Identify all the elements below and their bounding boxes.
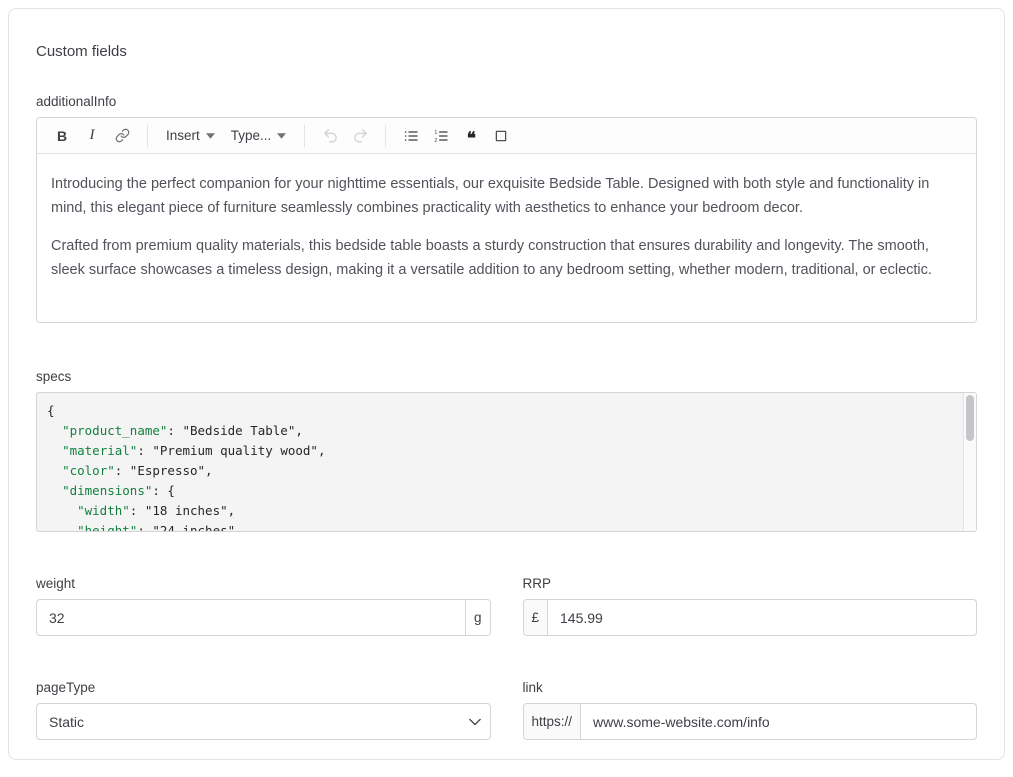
undo-icon: [322, 127, 339, 144]
rte-paragraph: Crafted from premium quality materials, …: [51, 234, 962, 282]
field-link: link https://: [523, 680, 978, 740]
block-icon: [494, 129, 508, 143]
field-rrp: RRP £: [523, 576, 978, 636]
additional-info-label: additionalInfo: [36, 94, 977, 109]
page-type-select-wrap: Static: [36, 703, 491, 740]
bold-button[interactable]: B: [49, 123, 75, 149]
link-button[interactable]: [109, 123, 135, 149]
rte-paragraph: Introducing the perfect companion for yo…: [51, 172, 962, 220]
italic-button[interactable]: I: [79, 123, 105, 149]
undo-button[interactable]: [317, 123, 343, 149]
chevron-down-icon: [277, 133, 286, 139]
page-type-select[interactable]: Static: [36, 703, 491, 740]
ordered-list-icon: 1 2: [433, 128, 449, 144]
field-page-type: pageType Static: [36, 680, 491, 740]
rrp-currency-addon: £: [524, 600, 549, 635]
specs-code-editor[interactable]: { "product_name": "Bedside Table", "mate…: [36, 392, 977, 532]
rte-toolbar: B I Insert: [37, 118, 976, 154]
redo-button[interactable]: [347, 123, 373, 149]
scrollbar-track[interactable]: [963, 393, 976, 531]
code-line: "dimensions": {: [47, 481, 952, 501]
page-type-label: pageType: [36, 680, 491, 695]
field-specs: specs { "product_name": "Bedside Table",…: [36, 369, 977, 532]
rrp-input-group: £: [523, 599, 978, 636]
link-input-group: https://: [523, 703, 978, 740]
rrp-label: RRP: [523, 576, 978, 591]
custom-fields-card: Custom fields additionalInfo B I Inse: [8, 8, 1005, 760]
code-line: "width": "18 inches",: [47, 501, 952, 521]
weight-input-group: g: [36, 599, 491, 636]
code-line: "material": "Premium quality wood",: [47, 441, 952, 461]
code-line: "product_name": "Bedside Table",: [47, 421, 952, 441]
code-line: "height": "24 inches",: [47, 521, 952, 532]
redo-icon: [352, 127, 369, 144]
link-label: link: [523, 680, 978, 695]
code-line: {: [47, 401, 952, 421]
weight-unit-addon: g: [465, 600, 490, 635]
chevron-down-icon: [206, 133, 215, 139]
code-lines: { "product_name": "Bedside Table", "mate…: [37, 393, 976, 532]
rich-text-editor: B I Insert: [36, 117, 977, 323]
bullet-list-button[interactable]: [398, 123, 424, 149]
page-title: Custom fields: [36, 43, 977, 60]
row-weight-rrp: weight g RRP £: [36, 576, 977, 636]
link-protocol-addon: https://: [524, 704, 582, 739]
toolbar-divider: [304, 125, 305, 147]
svg-text:1: 1: [435, 130, 438, 136]
type-dropdown-label: Type...: [231, 128, 272, 143]
rte-content[interactable]: Introducing the perfect companion for yo…: [37, 154, 976, 322]
specs-label: specs: [36, 369, 977, 384]
svg-text:2: 2: [435, 138, 438, 144]
bullet-list-icon: [403, 128, 419, 144]
link-icon: [115, 128, 130, 143]
ordered-list-button[interactable]: 1 2: [428, 123, 454, 149]
field-weight: weight g: [36, 576, 491, 636]
type-dropdown[interactable]: Type...: [225, 128, 293, 143]
insert-dropdown-label: Insert: [166, 128, 200, 143]
insert-dropdown[interactable]: Insert: [160, 128, 221, 143]
rrp-input[interactable]: [548, 600, 976, 635]
scrollbar-thumb[interactable]: [966, 395, 974, 441]
blockquote-button[interactable]: ❝: [458, 123, 484, 149]
toolbar-divider: [385, 125, 386, 147]
field-additional-info: additionalInfo B I Insert: [36, 94, 977, 323]
weight-input[interactable]: [37, 600, 465, 635]
toolbar-divider: [147, 125, 148, 147]
weight-label: weight: [36, 576, 491, 591]
code-line: "color": "Espresso",: [47, 461, 952, 481]
row-pagetype-link: pageType Static link https://: [36, 680, 977, 740]
block-button[interactable]: [488, 123, 514, 149]
link-input[interactable]: [581, 704, 976, 739]
